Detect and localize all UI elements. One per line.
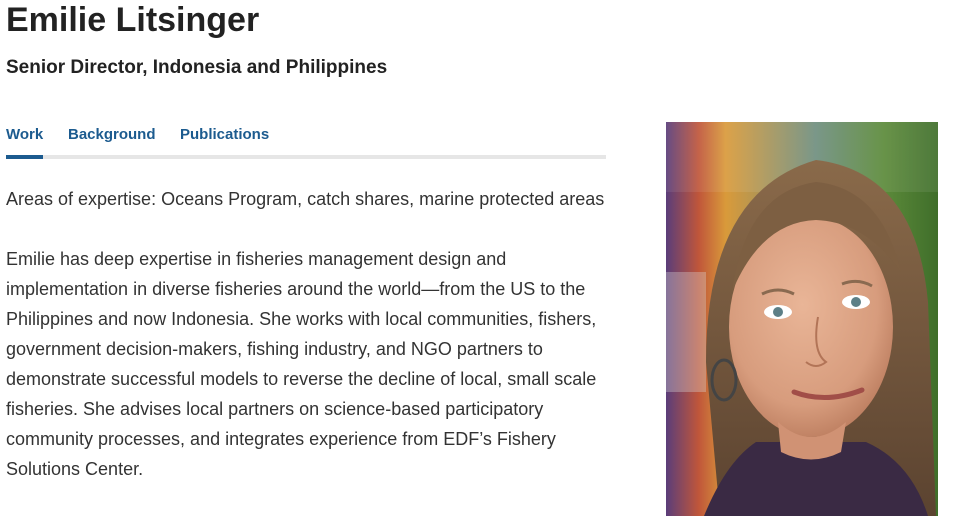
profile-name: Emilie Litsinger xyxy=(6,1,260,39)
bio-paragraph: Emilie has deep expertise in fisheries m… xyxy=(6,249,597,479)
tab-publications[interactable]: Publications xyxy=(180,122,269,159)
profile-title: Senior Director, Indonesia and Philippin… xyxy=(6,57,388,78)
tab-panel-work: Areas of expertise: Oceans Program, catc… xyxy=(6,184,606,514)
tab-work[interactable]: Work xyxy=(6,122,44,159)
profile-tabs: Work Background Publications xyxy=(6,122,606,159)
tab-background[interactable]: Background xyxy=(68,122,156,159)
areas-of-expertise: Areas of expertise: Oceans Program, catc… xyxy=(6,189,605,209)
profile-photo xyxy=(666,122,938,516)
